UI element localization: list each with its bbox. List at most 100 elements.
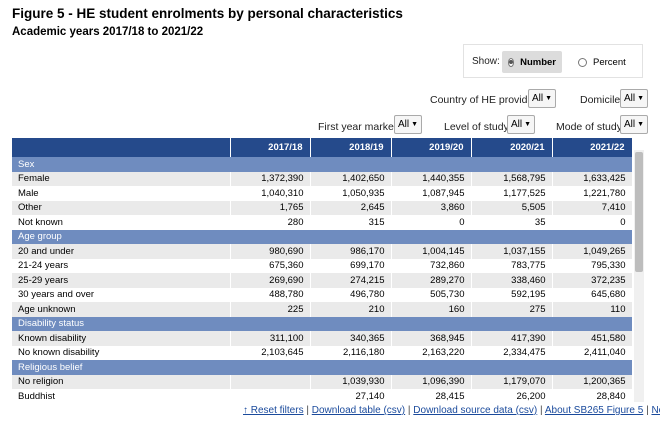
row-label: 20 and under — [12, 244, 231, 259]
table-group-row: Sex — [12, 157, 633, 172]
table-cell: 732,860 — [391, 258, 472, 273]
table-cell: 315 — [310, 215, 392, 230]
table-cell: 675,360 — [230, 258, 311, 273]
table-group-row: Disability status — [12, 316, 633, 331]
show-percent-option[interactable]: Percent — [572, 51, 632, 73]
show-number-label: Number — [520, 56, 556, 68]
table-cell: 0 — [552, 215, 633, 230]
row-label: No religion — [12, 374, 231, 389]
group-label: Religious belief — [12, 360, 633, 375]
table-cell: 3,860 — [391, 200, 472, 215]
table-row: 30 years and over 488,780 496,780 505,730 59… — [12, 287, 633, 302]
data-table-container[interactable]: 2017/18 2018/19 2019/20 2020/21 2021/22 … — [12, 138, 644, 402]
table-header-row: 2017/18 2018/19 2019/20 2020/21 2021/22 — [12, 138, 633, 157]
about-link[interactable]: About SB265 Figure 5 — [545, 405, 643, 416]
table-cell: 225 — [230, 302, 311, 317]
first-year-filter-select[interactable]: All ▼ — [394, 115, 423, 134]
country-filter-select[interactable]: All ▼ — [528, 89, 557, 108]
table-cell: 274,215 — [310, 273, 392, 288]
download-table-link[interactable]: Download table (csv) — [312, 405, 405, 416]
table-row: 25-29 years 269,690 274,215 289,270 338,460 3… — [12, 273, 633, 288]
notes-link[interactable]: Notes — [651, 405, 660, 416]
table-cell: 1,440,355 — [391, 171, 472, 186]
table-cell: 0 — [391, 215, 472, 230]
table-cell: 986,170 — [310, 244, 392, 259]
table-cell: 1,765 — [230, 200, 311, 215]
table-cell: 28,840 — [552, 389, 633, 402]
caret-down-icon: ▼ — [637, 95, 645, 102]
column-header[interactable]: 2019/20 — [391, 138, 472, 157]
caret-down-icon: ▼ — [545, 95, 553, 102]
table-cell: 2,411,040 — [552, 345, 633, 360]
radio-unselected-icon — [578, 57, 587, 67]
table-cell: 5,505 — [471, 200, 553, 215]
column-header[interactable]: 2021/22 — [552, 138, 633, 157]
caret-down-icon: ▼ — [524, 121, 532, 128]
column-header[interactable]: 2020/21 — [471, 138, 553, 157]
table-cell: 338,460 — [471, 273, 553, 288]
table-cell: 340,365 — [310, 331, 392, 346]
mode-filter-select[interactable]: All ▼ — [620, 115, 649, 134]
data-table: 2017/18 2018/19 2019/20 2020/21 2021/22 … — [12, 138, 633, 402]
radio-selected-icon — [508, 57, 515, 67]
table-cell: 496,780 — [310, 287, 392, 302]
table-cell — [230, 389, 311, 402]
table-cell: 372,235 — [552, 273, 633, 288]
table-cell: 592,195 — [471, 287, 553, 302]
table-cell: 1,402,650 — [310, 171, 392, 186]
row-label: No known disability — [12, 345, 231, 360]
table-cell: 783,775 — [471, 258, 553, 273]
table-cell: 2,163,220 — [391, 345, 472, 360]
table-cell: 505,730 — [391, 287, 472, 302]
domicile-filter-select[interactable]: All ▼ — [620, 89, 649, 108]
table-cell: 1,633,425 — [552, 171, 633, 186]
row-label: 21-24 years — [12, 258, 231, 273]
reset-filters-link[interactable]: ↑ Reset filters — [243, 405, 304, 416]
row-label: Age unknown — [12, 302, 231, 317]
table-cell: 1,568,795 — [471, 171, 553, 186]
table-cell: 488,780 — [230, 287, 311, 302]
table-cell: 7,410 — [552, 200, 633, 215]
table-row: No religion 1,039,930 1,096,390 1,179,070 1,… — [12, 374, 633, 389]
first-year-filter-label: First year marker — [318, 121, 398, 133]
download-source-link[interactable]: Download source data (csv) — [413, 405, 537, 416]
domicile-filter-label: Domicile — [580, 94, 621, 106]
link-separator: | — [407, 405, 411, 416]
link-separator: | — [306, 405, 309, 416]
table-cell: 269,690 — [230, 273, 311, 288]
table-cell: 1,050,935 — [310, 186, 392, 201]
footer-links: ↑ Reset filters | Download table (csv) |… — [243, 405, 660, 416]
table-cell — [230, 374, 311, 389]
level-filter-value: All — [511, 119, 523, 130]
row-label: 30 years and over — [12, 287, 231, 302]
table-cell: 110 — [552, 302, 633, 317]
row-label: 25-29 years — [12, 273, 231, 288]
table-row: 20 and under 980,690 986,170 1,004,145 1,037… — [12, 244, 633, 259]
level-filter-select[interactable]: All ▼ — [507, 115, 536, 134]
table-row: Other 1,765 2,645 3,860 5,505 7,410 — [12, 200, 633, 215]
table-cell: 1,040,310 — [230, 186, 311, 201]
level-filter-label: Level of study — [444, 121, 509, 133]
table-cell: 275 — [471, 302, 553, 317]
table-cell: 417,390 — [471, 331, 553, 346]
show-number-option[interactable]: Number — [502, 51, 562, 73]
group-label: Disability status — [12, 316, 633, 331]
table-cell: 289,270 — [391, 273, 472, 288]
table-cell: 311,100 — [230, 331, 311, 346]
table-row: Buddhist 27,140 28,415 26,200 28,840 — [12, 389, 633, 402]
table-cell: 160 — [391, 302, 472, 317]
group-label: Sex — [12, 157, 633, 172]
caret-down-icon: ▼ — [637, 121, 645, 128]
table-cell: 1,200,365 — [552, 374, 633, 389]
table-scrollbar[interactable] — [634, 150, 644, 402]
column-header[interactable]: 2018/19 — [310, 138, 392, 157]
table-cell: 27,140 — [310, 389, 392, 402]
scrollbar-thumb[interactable] — [635, 152, 643, 272]
table-cell: 795,330 — [552, 258, 633, 273]
show-label: Show: — [472, 56, 500, 67]
table-cell: 1,004,145 — [391, 244, 472, 259]
table-cell: 451,580 — [552, 331, 633, 346]
table-row: Male 1,040,310 1,050,935 1,087,945 1,177,525… — [12, 186, 633, 201]
column-header[interactable]: 2017/18 — [230, 138, 311, 157]
table-row: Age unknown 225 210 160 275 110 — [12, 302, 633, 317]
